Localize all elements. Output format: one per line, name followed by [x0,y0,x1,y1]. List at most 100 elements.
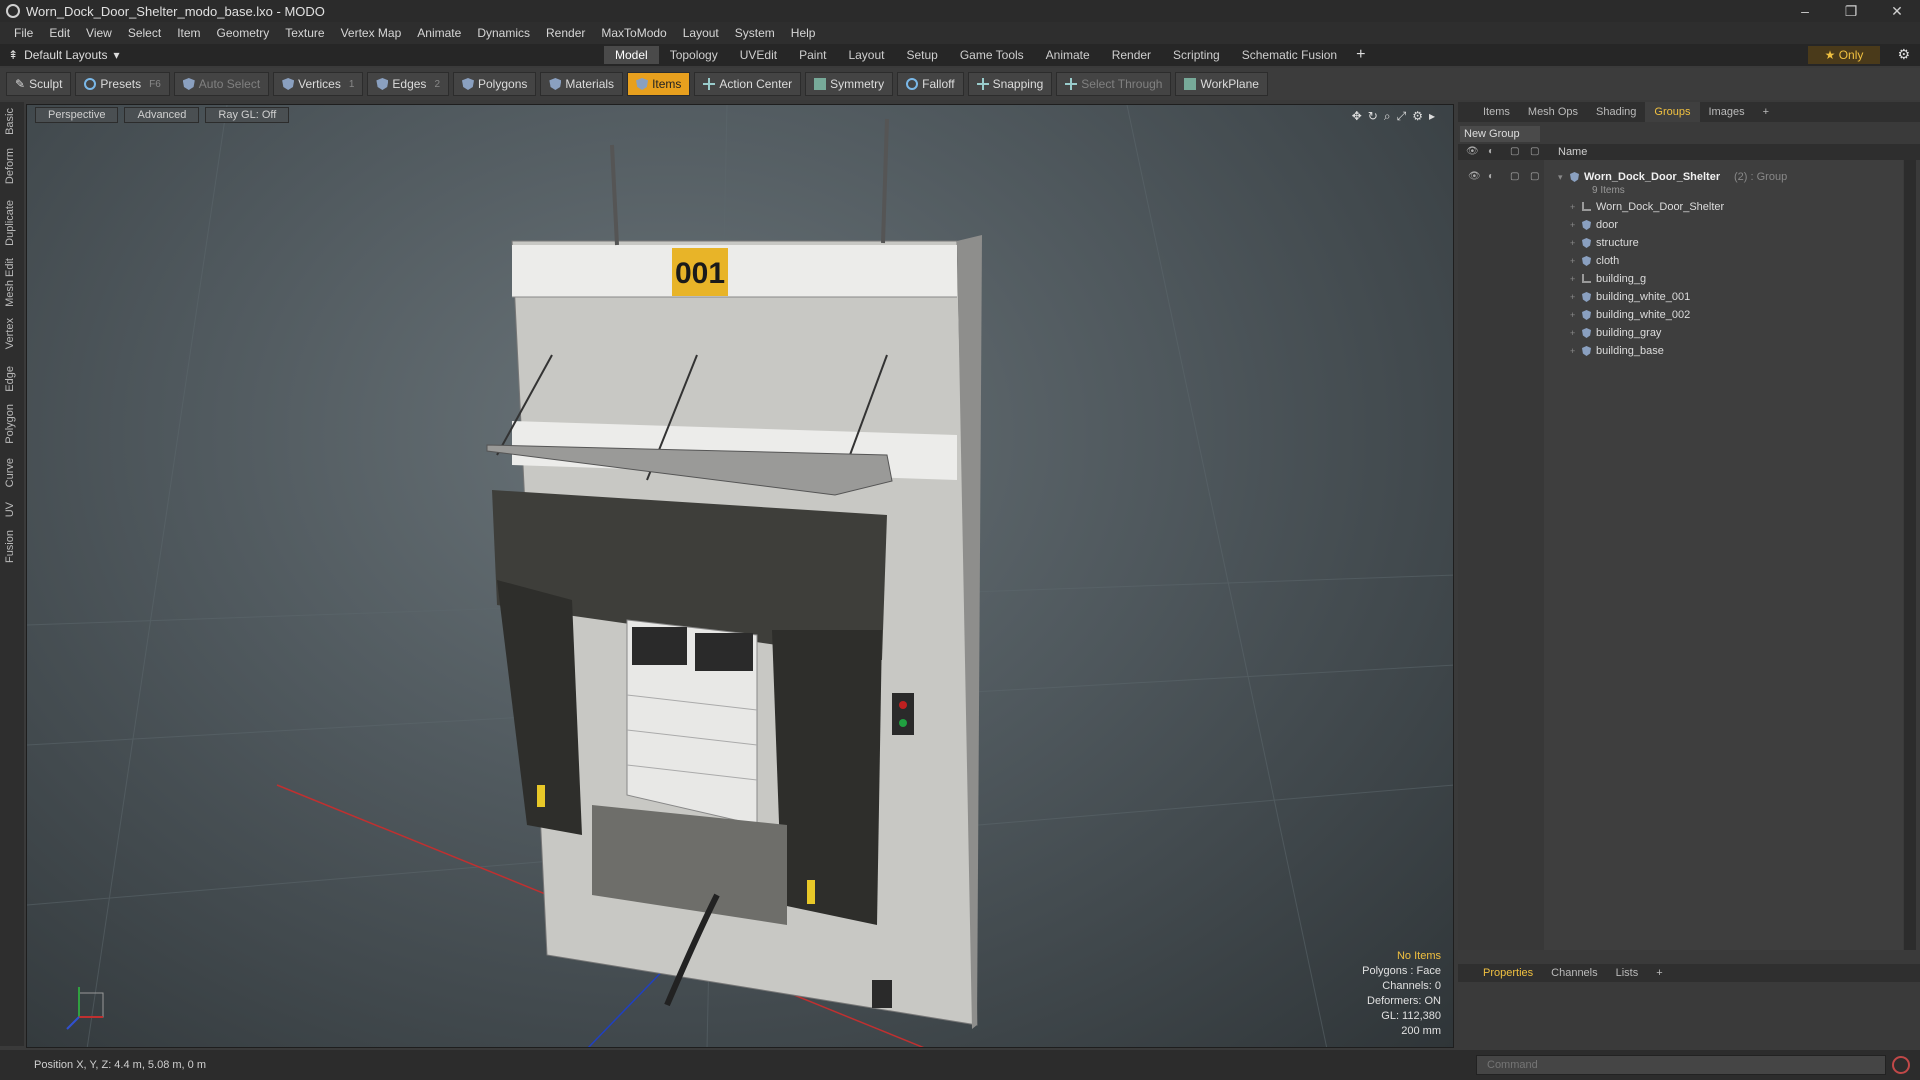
tab-animate[interactable]: Animate [1035,46,1101,64]
tab-paint[interactable]: Paint [788,46,837,64]
edges-button[interactable]: Edges 2 [367,72,449,96]
advanced-dropdown[interactable]: Advanced [124,107,200,123]
menu-item[interactable]: Item [169,26,208,40]
gear-icon[interactable]: ⚙ [1897,46,1910,63]
vertices-button[interactable]: Vertices 1 [273,72,364,96]
maximize-button[interactable]: ❐ [1828,0,1874,22]
sculpt-button[interactable]: ✎ Sculpt [6,72,72,96]
render-column-icon[interactable]: ◐ [1488,144,1494,160]
vtab-vertex[interactable]: Vertex [4,318,20,349]
vtab-mesh-edit[interactable]: Mesh Edit [4,258,20,307]
tab-shading[interactable]: Shading [1587,102,1645,122]
tree-item-building-white-002[interactable]: + building_white_002 [1458,306,1903,324]
select-through-button[interactable]: Select Through [1056,72,1172,96]
menu-texture[interactable]: Texture [277,26,332,40]
tab-model[interactable]: Model [604,46,659,64]
tree-item-cloth[interactable]: + cloth [1458,252,1903,270]
tree-item-building-g[interactable]: + building_g [1458,270,1903,288]
tree-branch-icon: + [1570,220,1576,230]
zoom-icon[interactable]: ⌕ [1384,109,1391,124]
visibility-column-icon[interactable]: 👁 [1466,144,1479,160]
only-toggle[interactable]: ★ Only [1808,46,1880,64]
tree-item-worn-dock-door-shelter[interactable]: + Worn_Dock_Door_Shelter [1458,198,1903,216]
lock-column-icon[interactable]: ▢ [1510,144,1519,160]
vtab-polygon[interactable]: Polygon [4,404,20,444]
close-button[interactable]: ✕ [1874,0,1920,22]
workplane-button[interactable]: WorkPlane [1175,72,1268,96]
snapping-button[interactable]: Snapping [967,72,1053,96]
tab-scripting[interactable]: Scripting [1162,46,1231,64]
menu-help[interactable]: Help [783,26,824,40]
symmetry-button[interactable]: Symmetry [805,72,894,96]
tab-setup[interactable]: Setup [895,46,948,64]
tab-game-tools[interactable]: Game Tools [949,46,1035,64]
3d-viewport[interactable]: 001 Perspective Advanced Ray GL: Off ✥ ↻… [26,104,1454,1048]
add-panel-tab-button[interactable]: + [1754,102,1778,122]
menu-layout[interactable]: Layout [675,26,727,40]
tab-items[interactable]: Items [1474,102,1519,122]
new-group-button[interactable]: New Group [1460,126,1540,142]
action-center-button[interactable]: Action Center [694,72,802,96]
layout-dropdown[interactable]: ⇞ Default Layouts ▾ [8,48,119,62]
menu-dynamics[interactable]: Dynamics [469,26,538,40]
items-button[interactable]: Items [627,72,691,96]
command-history-icon[interactable] [1892,1056,1910,1074]
tab-properties[interactable]: Properties [1474,967,1542,979]
vtab-fusion[interactable]: Fusion [4,530,20,563]
auto-select-icon [182,78,195,90]
menu-vertex-map[interactable]: Vertex Map [333,26,410,40]
viewport-expand-icon[interactable]: ▸ [1429,109,1435,124]
vtab-curve[interactable]: Curve [4,458,20,487]
menu-system[interactable]: System [727,26,783,40]
tree-item-building-white-001[interactable]: + building_white_001 [1458,288,1903,306]
vtab-uv[interactable]: UV [4,502,20,517]
groups-scrollbar[interactable] [1904,160,1916,950]
auto-select-button[interactable]: Auto Select [173,72,270,96]
pan-icon[interactable]: ✥ [1352,109,1362,124]
polygons-button[interactable]: Polygons [453,72,537,96]
raygl-toggle[interactable]: Ray GL: Off [205,107,290,123]
fit-icon[interactable]: ⤢ [1397,109,1407,124]
tree-item-building-base[interactable]: + building_base [1458,342,1903,360]
materials-label: Materials [565,77,615,91]
tab-uvedit[interactable]: UVEdit [729,46,788,64]
tab-groups[interactable]: Groups [1645,102,1700,122]
menu-geometry[interactable]: Geometry [209,26,278,40]
vtab-basic[interactable]: Basic [4,108,20,135]
rotate-icon[interactable]: ↻ [1368,109,1378,124]
add-tab-button[interactable]: + [1348,46,1373,64]
materials-button[interactable]: Materials [540,72,624,96]
vtab-duplicate[interactable]: Duplicate [4,200,20,246]
add-properties-tab-button[interactable]: + [1647,967,1671,979]
tree-item-building-gray[interactable]: + building_gray [1458,324,1903,342]
perspective-dropdown[interactable]: Perspective [35,107,119,123]
menu-select[interactable]: Select [120,26,169,40]
menu-render[interactable]: Render [538,26,593,40]
menu-edit[interactable]: Edit [41,26,78,40]
edges-label: Edges [392,77,427,91]
falloff-button[interactable]: Falloff [897,72,964,96]
tab-topology[interactable]: Topology [659,46,729,64]
tab-schematic-fusion[interactable]: Schematic Fusion [1231,46,1348,64]
presets-button[interactable]: Presets F6 [75,72,170,96]
tab-layout[interactable]: Layout [837,46,895,64]
tab-render[interactable]: Render [1101,46,1162,64]
menu-file[interactable]: File [6,26,41,40]
menu-view[interactable]: View [78,26,120,40]
select-column-icon[interactable]: ▢ [1530,144,1539,160]
command-input[interactable] [1476,1055,1886,1075]
menu-animate[interactable]: Animate [409,26,469,40]
vtab-deform[interactable]: Deform [4,148,20,184]
menu-maxtomodo[interactable]: MaxToModo [593,26,674,40]
tab-lists[interactable]: Lists [1607,967,1648,979]
tab-channels[interactable]: Channels [1542,967,1606,979]
minimize-button[interactable]: – [1782,0,1828,22]
tree-item-structure[interactable]: + structure [1458,234,1903,252]
tree-item-door[interactable]: + door [1458,216,1903,234]
name-column-header[interactable]: Name [1558,144,1587,160]
mesh-icon [1582,292,1591,302]
vtab-edge[interactable]: Edge [4,366,20,392]
tab-images[interactable]: Images [1700,102,1754,122]
viewport-settings-icon[interactable]: ⚙ [1412,109,1423,124]
tab-mesh-ops[interactable]: Mesh Ops [1519,102,1587,122]
